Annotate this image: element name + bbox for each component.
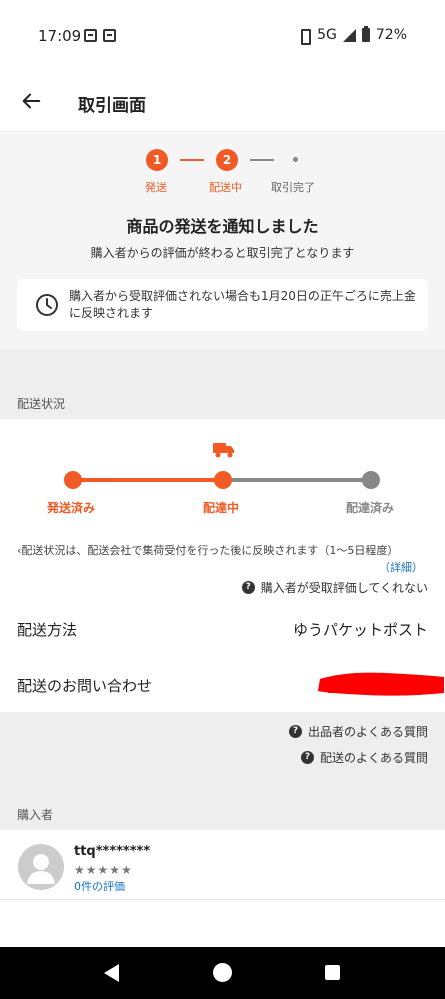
sim-card-icon — [103, 29, 116, 42]
buyer-section-label: 購入者 — [17, 808, 54, 822]
transaction-status-area: 1 2 発送 配送中 取引完了 商品の発送を通知しました 購入者からの評価が終わ… — [0, 133, 445, 350]
question-icon: ? — [300, 751, 314, 764]
step-3-dot — [293, 157, 298, 162]
nav-recents-icon[interactable] — [325, 965, 340, 980]
vibrate-icon — [297, 29, 312, 45]
shipping-section-header: 配送状況 — [0, 350, 445, 419]
progress-label-delivered: 配達済み — [346, 501, 395, 515]
system-nav-bar — [0, 947, 445, 999]
shipping-faq-link[interactable]: ? 配送のよくある質問 — [300, 749, 428, 766]
shipping-faq-label: 配送のよくある質問 — [319, 751, 428, 765]
step-2-label: 配送中 — [209, 181, 242, 194]
clock-icon — [36, 294, 58, 316]
progress-line-pending — [223, 478, 371, 482]
sim-card-icon — [84, 29, 97, 42]
progress-label-shipped: 発送済み — [47, 501, 96, 515]
seller-faq-link[interactable]: ? 出品者のよくある質問 — [288, 723, 428, 740]
payout-info-card: 購入者から受取評価されない場合も1月20日の正午ごろに売上金に反映されます — [17, 279, 428, 331]
help-buyer-not-rating[interactable]: ? 購入者が受取評価してくれない — [241, 579, 428, 596]
status-time: 17:09 — [38, 27, 82, 45]
notification-icons — [84, 29, 116, 42]
rating-stars: ★★★★★ — [74, 863, 133, 877]
progress-dot-shipped — [64, 471, 82, 489]
question-icon: ? — [241, 581, 255, 594]
battery-level: 72% — [375, 27, 407, 43]
shipping-status-note: ‹配送状況は、配送会社で集荷受付を行った後に反映されます（1〜5日程度） — [17, 544, 399, 557]
progress-label-in-delivery: 配達中 — [203, 501, 240, 515]
shipping-status-area: 発送済み 配達中 配達済み ‹配送状況は、配送会社で集荷受付を行った後に反映され… — [0, 419, 445, 712]
step-1-label: 発送 — [145, 181, 167, 194]
network-type: 5G — [317, 27, 337, 43]
shipping-inquiry-label: 配送のお問い合わせ — [17, 677, 153, 695]
faq-area: ? 出品者のよくある質問 ? 配送のよくある質問 購入者 — [0, 712, 445, 830]
step-1-circle: 1 — [146, 149, 168, 171]
status-bar: 17:09 5G 72% — [0, 0, 445, 72]
user-silhouette-icon — [27, 854, 55, 884]
redacted-tracking-number — [318, 672, 444, 696]
rating-count-link[interactable]: 0件の評価 — [74, 878, 125, 894]
notice-subtitle: 購入者からの評価が終わると取引完了となります — [90, 246, 355, 260]
truck-icon — [213, 443, 234, 458]
step-connector — [250, 159, 274, 161]
shipping-section-label: 配送状況 — [17, 397, 66, 411]
progress-dot-delivered — [362, 471, 380, 489]
seller-faq-label: 出品者のよくある質問 — [307, 725, 428, 739]
buyer-name: ttq******** — [74, 844, 151, 859]
detail-link[interactable]: （詳細） — [379, 559, 423, 575]
notice-title: 商品の発送を通知しました — [126, 217, 319, 236]
shipping-method-label: 配送方法 — [17, 621, 78, 639]
nav-home-icon[interactable] — [213, 963, 232, 982]
progress-line-done — [73, 478, 223, 482]
help-buyer-not-rating-label: 購入者が受取評価してくれない — [260, 581, 428, 595]
battery-icon — [361, 26, 370, 42]
app-bar: 取引画面 — [0, 72, 445, 132]
step-3-label: 取引完了 — [271, 181, 315, 194]
avatar — [18, 844, 64, 890]
step-2-circle: 2 — [216, 149, 238, 171]
page-title: 取引画面 — [78, 96, 146, 116]
status-right: 5G 72% — [297, 26, 407, 45]
buyer-card[interactable]: ttq******** ★★★★★ 0件の評価 — [0, 830, 445, 900]
nav-back-icon[interactable] — [104, 964, 119, 982]
payout-info-text: 購入者から受取評価されない場合も1月20日の正午ごろに売上金に反映されます — [69, 289, 416, 320]
question-icon: ? — [288, 725, 302, 738]
shipping-method-value: ゆうパケットポスト — [292, 621, 428, 639]
back-arrow-icon[interactable] — [20, 90, 42, 112]
step-connector — [180, 159, 204, 161]
progress-dot-in-delivery — [214, 471, 232, 489]
signal-icon — [342, 28, 356, 42]
